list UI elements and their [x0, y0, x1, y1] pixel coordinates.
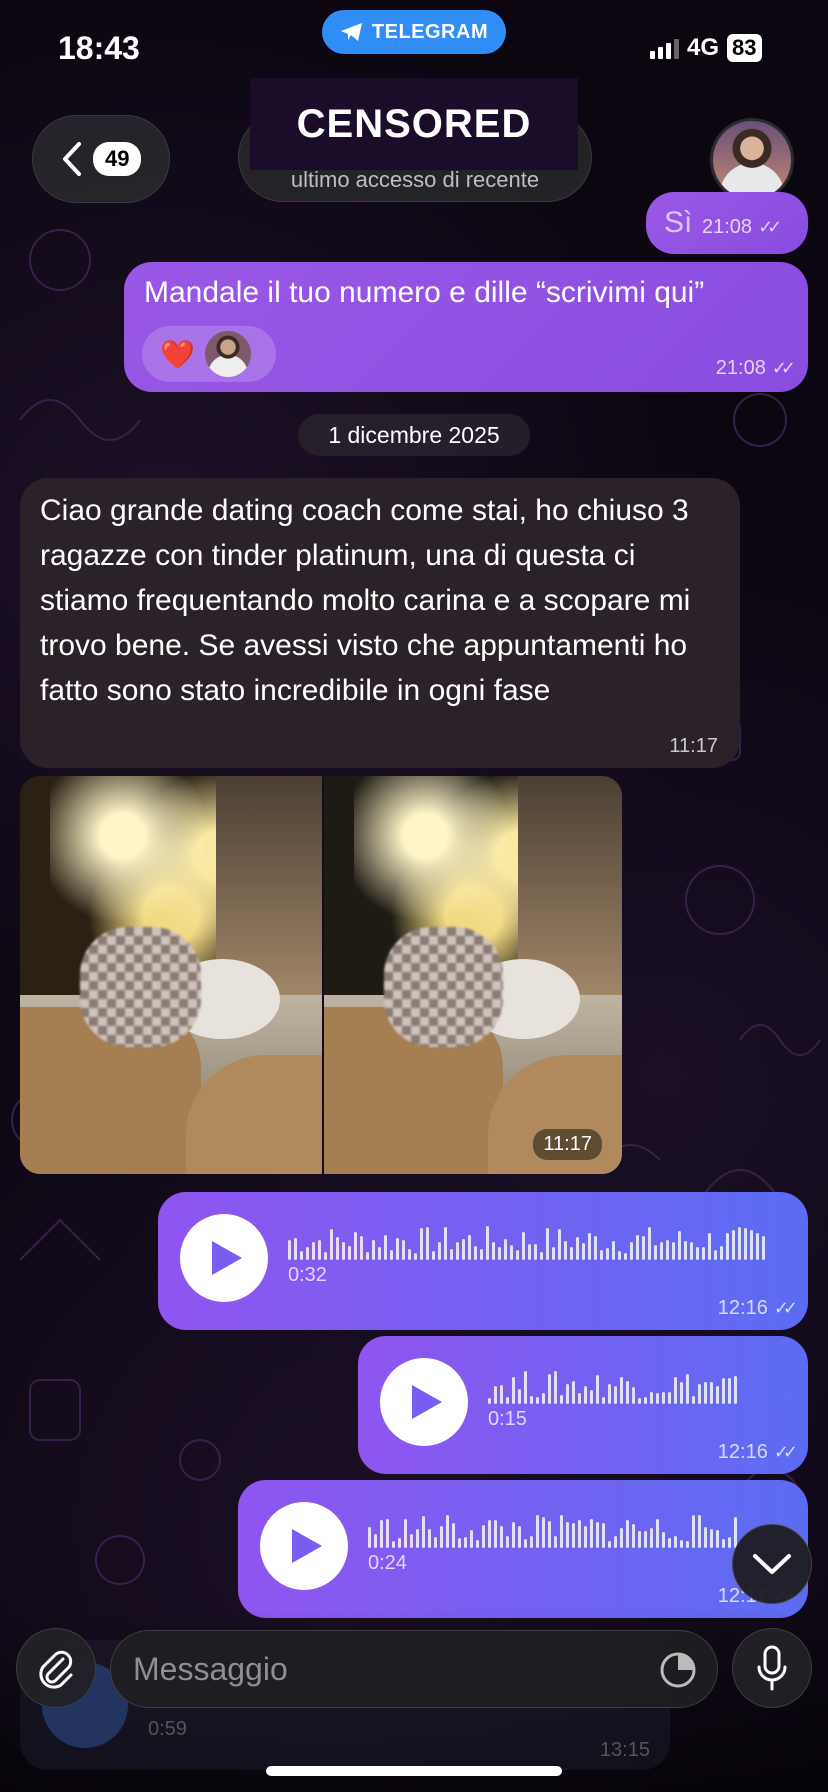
message-text: Mandale il tuo numero e dille “scrivimi … — [144, 276, 705, 309]
play-button[interactable] — [260, 1502, 348, 1590]
network-type: 4G — [687, 34, 720, 61]
message-time: 21:08 — [702, 216, 753, 238]
telegram-icon — [340, 23, 362, 41]
chevron-down-icon — [753, 1554, 791, 1574]
double-check-icon: ✓✓ — [773, 1442, 798, 1462]
voice-message[interactable]: 0:24 12:17 ✓✓ — [238, 1480, 808, 1618]
back-button[interactable]: 49 — [32, 115, 170, 203]
telegram-pill-label: TELEGRAM — [371, 20, 489, 43]
microphone-icon — [757, 1645, 787, 1691]
chevron-left-icon — [63, 142, 81, 176]
heart-reaction-icon: ❤️ — [160, 338, 195, 370]
play-icon — [212, 1241, 242, 1275]
play-button[interactable] — [380, 1358, 468, 1446]
message-text: Sì — [664, 206, 693, 239]
network-status: 4G 83 — [650, 34, 762, 62]
reactor-avatar — [204, 331, 251, 377]
battery-icon: 83 — [727, 34, 762, 62]
message-meta: 21:08 ✓✓ — [715, 357, 796, 380]
double-check-icon: ✓✓ — [771, 358, 796, 378]
voice-message[interactable]: 0:15 12:16 ✓✓ — [358, 1336, 808, 1474]
voice-waveform[interactable] — [368, 1514, 737, 1548]
message-time: 11:17 — [669, 735, 718, 757]
paperclip-icon — [39, 1650, 73, 1689]
contact-avatar[interactable] — [710, 118, 794, 202]
ghost-time: 13:15 — [599, 1739, 650, 1761]
voice-waveform[interactable] — [488, 1370, 737, 1404]
play-button[interactable] — [180, 1214, 268, 1302]
chat-title: CENSORED — [250, 78, 578, 170]
incoming-message[interactable]: Ciao grande dating coach come stai, ho c… — [20, 478, 740, 768]
message-meta: 21:08 ✓✓ — [702, 216, 782, 239]
message-time: 21:08 — [715, 357, 766, 379]
voice-waveform[interactable] — [288, 1226, 765, 1260]
voice-duration: 0:32 — [288, 1264, 327, 1286]
signal-icon — [650, 37, 679, 59]
photo-2[interactable]: 11:17 — [324, 776, 622, 1174]
message-meta: 12:16 ✓✓ — [717, 1297, 798, 1320]
outgoing-message[interactable]: Mandale il tuo numero e dille “scrivimi … — [124, 262, 808, 392]
message-time: 12:16 — [717, 1297, 768, 1319]
play-icon — [292, 1529, 322, 1563]
last-seen-status: ultimo accesso di recente — [290, 167, 540, 192]
status-time: 18:43 — [58, 30, 140, 66]
photo-time: 11:17 — [533, 1129, 602, 1160]
message-time: 12:16 — [717, 1441, 768, 1463]
unread-badge: 49 — [93, 142, 142, 176]
ghost-duration: 0:59 — [148, 1718, 187, 1740]
voice-message[interactable]: 0:32 12:16 ✓✓ — [158, 1192, 808, 1330]
sticker-button[interactable] — [658, 1650, 698, 1695]
message-input[interactable] — [110, 1630, 718, 1708]
home-indicator[interactable] — [266, 1766, 562, 1776]
voice-duration: 0:24 — [368, 1552, 407, 1574]
message-meta: 12:16 ✓✓ — [717, 1441, 798, 1464]
date-separator: 1 dicembre 2025 — [298, 414, 530, 456]
double-check-icon: ✓✓ — [758, 217, 782, 237]
double-check-icon: ✓✓ — [773, 1298, 798, 1318]
message-meta: 11:17 — [669, 735, 718, 758]
play-icon — [412, 1385, 442, 1419]
telegram-pill[interactable]: TELEGRAM — [322, 10, 506, 54]
microphone-button[interactable] — [732, 1628, 812, 1708]
photo-1[interactable] — [20, 776, 322, 1174]
message-text: Ciao grande dating coach come stai, ho c… — [40, 494, 691, 707]
outgoing-message[interactable]: Sì 21:08 ✓✓ — [646, 192, 808, 254]
scroll-to-bottom-button[interactable] — [732, 1524, 812, 1604]
message-reaction[interactable]: ❤️ — [142, 326, 276, 382]
sticker-icon — [660, 1652, 696, 1688]
attach-button[interactable] — [16, 1628, 96, 1708]
voice-duration: 0:15 — [488, 1408, 527, 1430]
